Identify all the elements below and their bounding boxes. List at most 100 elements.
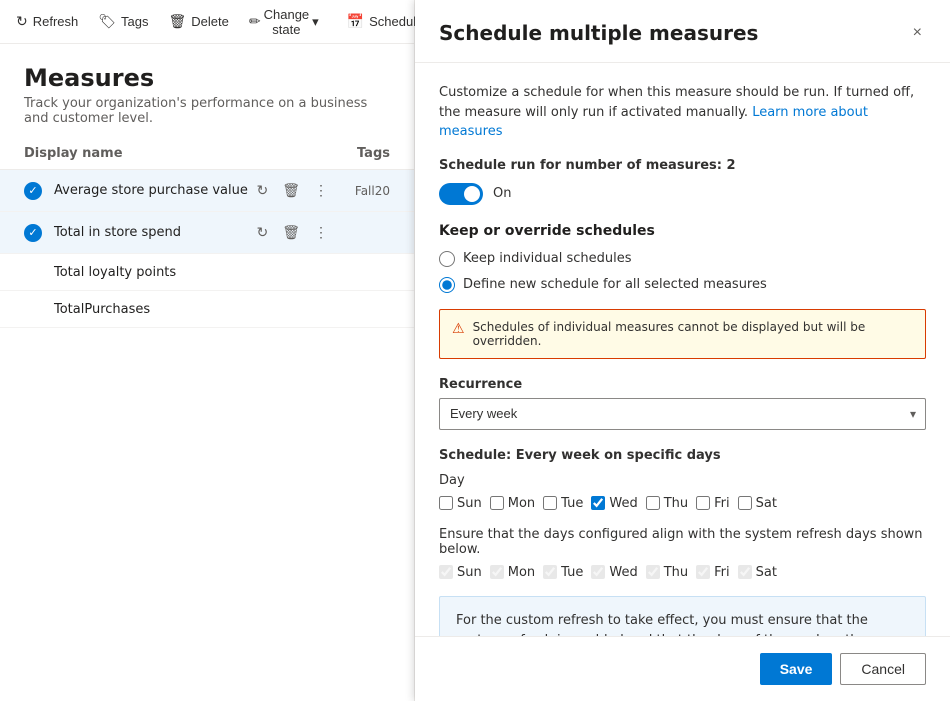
day-sat-label: Sat [756, 496, 777, 511]
radio-define-label: Define new schedule for all selected mea… [463, 277, 767, 292]
day-sat[interactable]: Sat [738, 496, 777, 511]
toggle-label: On [493, 186, 511, 201]
day-thu-checkbox[interactable] [646, 496, 660, 510]
radio-keep-item[interactable]: Keep individual schedules [439, 251, 926, 267]
schedule-toggle[interactable] [439, 183, 483, 205]
radio-keep[interactable] [439, 251, 455, 267]
day-tue-checkbox[interactable] [543, 496, 557, 510]
sys-wed-label: Wed [609, 565, 637, 580]
save-button[interactable]: Save [760, 653, 833, 685]
chevron-down-icon: ▾ [312, 14, 319, 30]
sys-sat-label: Sat [756, 565, 777, 580]
sys-wed-checkbox [591, 565, 605, 579]
tags-label: Tags [121, 14, 148, 29]
list-header: Display name Tags [0, 138, 414, 170]
item-actions: ↻ 🗑 ⋮ [252, 180, 332, 201]
item-refresh-button[interactable]: ↻ [252, 180, 272, 201]
item-refresh-button[interactable]: ↻ [252, 222, 272, 243]
day-thu-label: Thu [664, 496, 688, 511]
item-more-button[interactable]: ⋮ [310, 180, 332, 201]
day-fri[interactable]: Fri [696, 496, 730, 511]
item-check: ✓ [24, 224, 46, 242]
tags-button[interactable]: 🏷 Tags [90, 9, 156, 34]
day-wed-label: Wed [609, 496, 637, 511]
system-days-row: Sun Mon Tue Wed Thu Fri [439, 565, 926, 580]
item-name: Total in store spend [54, 225, 252, 240]
day-sat-checkbox[interactable] [738, 496, 752, 510]
page-header: Measures Track your organization's perfo… [0, 44, 414, 138]
day-tue[interactable]: Tue [543, 496, 583, 511]
delete-button[interactable]: 🗑 Delete [161, 9, 237, 34]
modal-title: Schedule multiple measures [439, 21, 758, 45]
warning-box: ⚠ Schedules of individual measures canno… [439, 309, 926, 359]
sys-sun-checkbox [439, 565, 453, 579]
tags-column-header: Tags [330, 146, 390, 161]
days-row: Sun Mon Tue Wed Thu Fri [439, 496, 926, 511]
cancel-button[interactable]: Cancel [840, 653, 926, 685]
info-text-1: For the custom refresh to take effect, y… [456, 613, 897, 637]
list-item[interactable]: ✓ Total in store spend ↻ 🗑 ⋮ [0, 212, 414, 254]
sys-mon-checkbox [490, 565, 504, 579]
day-mon-checkbox[interactable] [490, 496, 504, 510]
day-sun-label: Sun [457, 496, 482, 511]
tags-icon: 🏷 [98, 13, 116, 30]
calendar-icon: 📅 [347, 13, 364, 30]
refresh-icon: ↻ [16, 13, 28, 30]
day-mon-label: Mon [508, 496, 535, 511]
align-label: Ensure that the days configured align wi… [439, 527, 926, 557]
day-label: Day [439, 473, 926, 488]
item-more-button[interactable]: ⋮ [310, 222, 332, 243]
recurrence-label: Recurrence [439, 377, 926, 392]
day-sun[interactable]: Sun [439, 496, 482, 511]
item-delete-button[interactable]: 🗑 [278, 180, 304, 201]
sys-sun-label: Sun [457, 565, 482, 580]
day-wed[interactable]: Wed [591, 496, 637, 511]
day-fri-checkbox[interactable] [696, 496, 710, 510]
page-title: Measures [24, 64, 390, 92]
modal-header: Schedule multiple measures × [415, 0, 950, 63]
schedule-run-label: Schedule run for number of measures: 2 [439, 158, 926, 173]
item-name: Average store purchase value [54, 183, 252, 198]
change-state-button[interactable]: ✏ Change state ▾ [241, 3, 327, 41]
day-fri-label: Fri [714, 496, 730, 511]
radio-define[interactable] [439, 277, 455, 293]
day-mon[interactable]: Mon [490, 496, 535, 511]
item-check: ✓ [24, 182, 46, 200]
refresh-button[interactable]: ↻ Refresh [8, 9, 86, 34]
item-delete-button[interactable]: 🗑 [278, 222, 304, 243]
sys-day-mon: Mon [490, 565, 535, 580]
toggle-slider [439, 183, 483, 205]
toolbar: ↻ Refresh 🏷 Tags 🗑 Delete ✏ Change state… [0, 0, 414, 44]
left-panel: ↻ Refresh 🏷 Tags 🗑 Delete ✏ Change state… [0, 0, 415, 701]
delete-icon: 🗑 [169, 13, 187, 30]
list-item[interactable]: TotalPurchases [0, 291, 414, 328]
sys-tue-label: Tue [561, 565, 583, 580]
sys-mon-label: Mon [508, 565, 535, 580]
sys-thu-checkbox [646, 565, 660, 579]
day-tue-label: Tue [561, 496, 583, 511]
radio-define-item[interactable]: Define new schedule for all selected mea… [439, 277, 926, 293]
sys-day-sat: Sat [738, 565, 777, 580]
schedule-subtitle: Schedule: Every week on specific days [439, 448, 926, 463]
sys-day-sun: Sun [439, 565, 482, 580]
sys-fri-checkbox [696, 565, 710, 579]
list-item[interactable]: ✓ Average store purchase value ↻ 🗑 ⋮ Fal… [0, 170, 414, 212]
recurrence-select[interactable]: Every week Every day Every month [439, 398, 926, 430]
display-name-column-header: Display name [24, 146, 330, 161]
recurrence-select-wrapper: Every week Every day Every month ▾ [439, 398, 926, 430]
item-name: TotalPurchases [54, 302, 150, 317]
close-button[interactable]: × [909, 20, 926, 46]
refresh-label: Refresh [33, 14, 79, 29]
day-sun-checkbox[interactable] [439, 496, 453, 510]
day-wed-checkbox[interactable] [591, 496, 605, 510]
day-thu[interactable]: Thu [646, 496, 688, 511]
warning-icon: ⚠ [452, 321, 465, 337]
info-box: For the custom refresh to take effect, y… [439, 596, 926, 637]
keep-override-title: Keep or override schedules [439, 223, 926, 239]
modal-description: Customize a schedule for when this measu… [439, 83, 926, 142]
item-name: Total loyalty points [54, 265, 176, 280]
list-item[interactable]: Total loyalty points [0, 254, 414, 291]
page-subtitle: Track your organization's performance on… [24, 96, 390, 126]
toggle-row: On [439, 183, 926, 205]
sys-day-thu: Thu [646, 565, 688, 580]
